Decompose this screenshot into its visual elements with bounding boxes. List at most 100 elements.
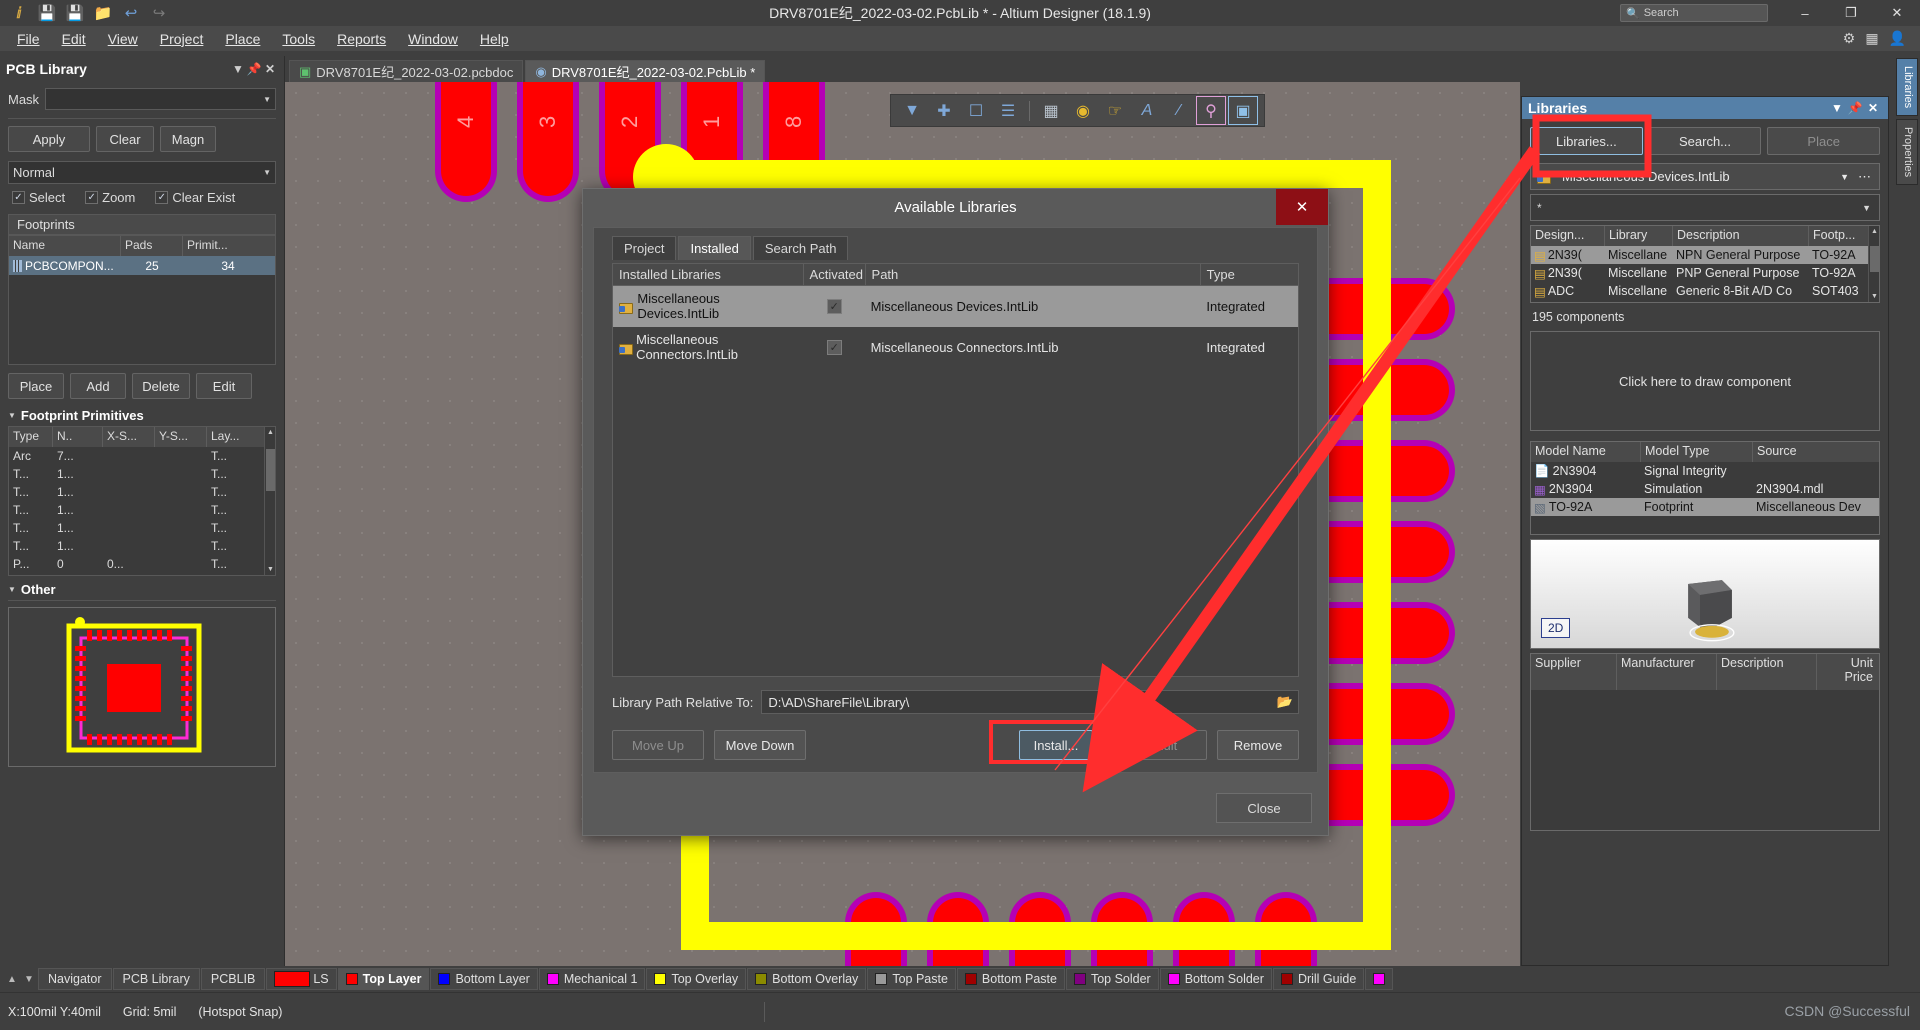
select-checkbox[interactable]: ✓ Select	[2, 188, 75, 207]
scrollbar-thumb[interactable]	[266, 449, 275, 491]
table-row[interactable]: T... 1... T...	[9, 519, 275, 537]
side-tab-properties[interactable]: Properties	[1896, 119, 1918, 185]
grid-icon[interactable]: ▦	[1865, 30, 1878, 47]
table-row[interactable]: T... 1... T...	[9, 483, 275, 501]
menu-edit[interactable]: Edit	[51, 28, 97, 50]
tab-project[interactable]: Project	[612, 236, 676, 260]
filter-icon[interactable]: ▼	[897, 96, 927, 125]
menu-help[interactable]: Help	[469, 28, 520, 50]
menu-tools[interactable]: Tools	[271, 28, 326, 50]
chevron-down-icon[interactable]: ▼	[1093, 730, 1115, 760]
chevron-down-icon[interactable]: ▼	[1828, 101, 1846, 115]
table-row[interactable]: 📄2N3904 Signal Integrity	[1531, 462, 1879, 480]
available-libraries-dialog[interactable]: Available Libraries ✕ Project Installed …	[582, 188, 1329, 836]
table-row[interactable]: T... 1... T...	[9, 537, 275, 555]
tab-installed[interactable]: Installed	[678, 236, 750, 260]
pad-top-1[interactable]: 4	[435, 82, 497, 202]
primitives-col-xsize[interactable]: X-S...	[103, 427, 155, 447]
search-input[interactable]: 🔍 Search	[1620, 4, 1768, 22]
footprints-col-pads[interactable]: Pads	[121, 236, 183, 256]
move-down-button[interactable]: Move Down	[714, 730, 806, 760]
draw-component-area[interactable]: Click here to draw component	[1530, 331, 1880, 431]
altium-logo-icon[interactable]: ⅈ	[6, 2, 32, 24]
col-model-source[interactable]: Source	[1753, 442, 1871, 462]
table-row[interactable]: ▦2N3904 Simulation 2N3904.mdl	[1531, 480, 1879, 498]
crosshair-icon[interactable]: ✚	[929, 96, 959, 125]
scroll-up-icon[interactable]: ▲	[4, 974, 20, 985]
remove-library-button[interactable]: Remove	[1217, 730, 1299, 760]
menu-window[interactable]: Window	[397, 28, 469, 50]
place-button[interactable]: Place	[8, 373, 64, 399]
dialog-close-button[interactable]: ✕	[1276, 189, 1328, 225]
library-path-input[interactable]: D:\AD\ShareFile\Library\ 📂	[761, 690, 1299, 714]
activated-checkbox[interactable]: ✓	[827, 299, 842, 314]
layer-tab-top-overlay[interactable]: Top Overlay	[646, 968, 746, 990]
search-button[interactable]: Search...	[1649, 127, 1762, 155]
measure-icon[interactable]: ☰	[993, 96, 1023, 125]
magnify-button[interactable]: Magn	[160, 126, 216, 152]
select-area-icon[interactable]: ☐	[961, 96, 991, 125]
layer-tab-top-layer[interactable]: Top Layer	[338, 968, 430, 990]
menu-view[interactable]: View	[97, 28, 149, 50]
primitives-col-layer[interactable]: Lay...	[207, 427, 261, 447]
pad-icon[interactable]: ☞	[1100, 96, 1130, 125]
primitives-scrollbar[interactable]: ▲ ▼	[264, 427, 275, 575]
line-icon[interactable]: ∕	[1164, 96, 1194, 125]
library-select[interactable]: Miscellaneous Devices.IntLib ▼ ⋯	[1530, 163, 1880, 190]
keepout-icon[interactable]: ⚲	[1196, 96, 1226, 125]
more-options-icon[interactable]: ⋯	[1858, 169, 1871, 185]
tab-pcblib[interactable]: ◉ DRV8701E纪_2022-03-02.PcbLib *	[525, 60, 765, 82]
table-row[interactable]: PCBCOMPON... 25 34	[9, 256, 275, 275]
zoom-checkbox[interactable]: ✓ Zoom	[75, 188, 145, 207]
tab-pcbdoc[interactable]: ▣ DRV8701E纪_2022-03-02.pcbdoc	[289, 60, 523, 82]
table-row[interactable]: T... 1... T...	[9, 501, 275, 519]
menu-reports[interactable]: Reports	[326, 28, 397, 50]
col-supplier[interactable]: Supplier	[1531, 654, 1617, 690]
footprint-preview[interactable]	[8, 607, 276, 767]
footprints-col-primitives[interactable]: Primit...	[183, 236, 273, 256]
component-filter-input[interactable]: * ▼	[1530, 194, 1880, 221]
add-button[interactable]: Add	[70, 373, 126, 399]
edit-button[interactable]: Edit	[196, 373, 252, 399]
redo-icon[interactable]: ↪	[146, 2, 172, 24]
install-button[interactable]: Install...	[1019, 730, 1093, 760]
delete-button[interactable]: Delete	[132, 373, 190, 399]
table-row[interactable]: Arc 7... T...	[9, 447, 275, 465]
pad-top-2[interactable]: 3	[517, 82, 579, 202]
mask-input[interactable]: ▼	[45, 88, 276, 110]
layer-tab-top-solder[interactable]: Top Solder	[1066, 968, 1159, 990]
other-section-header[interactable]: ▼ Other	[0, 576, 284, 600]
layer-tab-mechanical-1[interactable]: Mechanical 1	[539, 968, 646, 990]
components-scrollbar[interactable]: ▲ ▼	[1868, 226, 1879, 302]
minimize-button[interactable]: –	[1782, 0, 1828, 26]
layer-set-selector[interactable]: LS	[266, 968, 336, 990]
model-preview[interactable]: 2D	[1530, 539, 1880, 649]
maximize-button[interactable]: ❐	[1828, 0, 1874, 26]
dialog-close-action-button[interactable]: Close	[1216, 793, 1312, 823]
col-model-type[interactable]: Model Type	[1641, 442, 1753, 462]
col-unit-price[interactable]: Unit Price	[1817, 654, 1877, 690]
footprint-primitives-header[interactable]: ▼ Footprint Primitives	[0, 402, 284, 426]
table-row[interactable]: T... 1... T...	[9, 465, 275, 483]
open-folder-icon[interactable]: 📁	[90, 2, 116, 24]
libraries-button[interactable]: Libraries...	[1530, 127, 1643, 155]
place-component-button[interactable]: Place	[1767, 127, 1880, 155]
col-library[interactable]: Library	[1605, 226, 1673, 246]
install-split-button[interactable]: Install... ▼	[1019, 730, 1115, 760]
layer-tab-bottom-solder[interactable]: Bottom Solder	[1160, 968, 1272, 990]
table-row[interactable]: ▤2N39( Miscellane PNP General Purpose TO…	[1531, 264, 1879, 282]
layer-tab-overflow[interactable]	[1365, 968, 1393, 990]
chevron-down-icon[interactable]: ▼	[230, 62, 246, 76]
col-type[interactable]: Type	[1201, 264, 1298, 285]
table-row[interactable]: Miscellaneous Devices.IntLib ✓ Miscellan…	[613, 286, 1298, 327]
view-mode-badge[interactable]: 2D	[1541, 618, 1570, 638]
clear-exist-checkbox[interactable]: ✓ Clear Exist	[145, 188, 245, 207]
scrollbar-thumb[interactable]	[1870, 246, 1879, 272]
chevron-down-icon[interactable]: ▼	[1862, 203, 1871, 213]
close-icon[interactable]: ✕	[262, 62, 278, 76]
col-model-name[interactable]: Model Name	[1531, 442, 1641, 462]
table-row[interactable]: Miscellaneous Connectors.IntLib ✓ Miscel…	[613, 327, 1298, 368]
pin-icon[interactable]: 📌	[246, 62, 262, 76]
layer-tab-bottom-layer[interactable]: Bottom Layer	[430, 968, 537, 990]
col-path[interactable]: Path	[866, 264, 1201, 285]
